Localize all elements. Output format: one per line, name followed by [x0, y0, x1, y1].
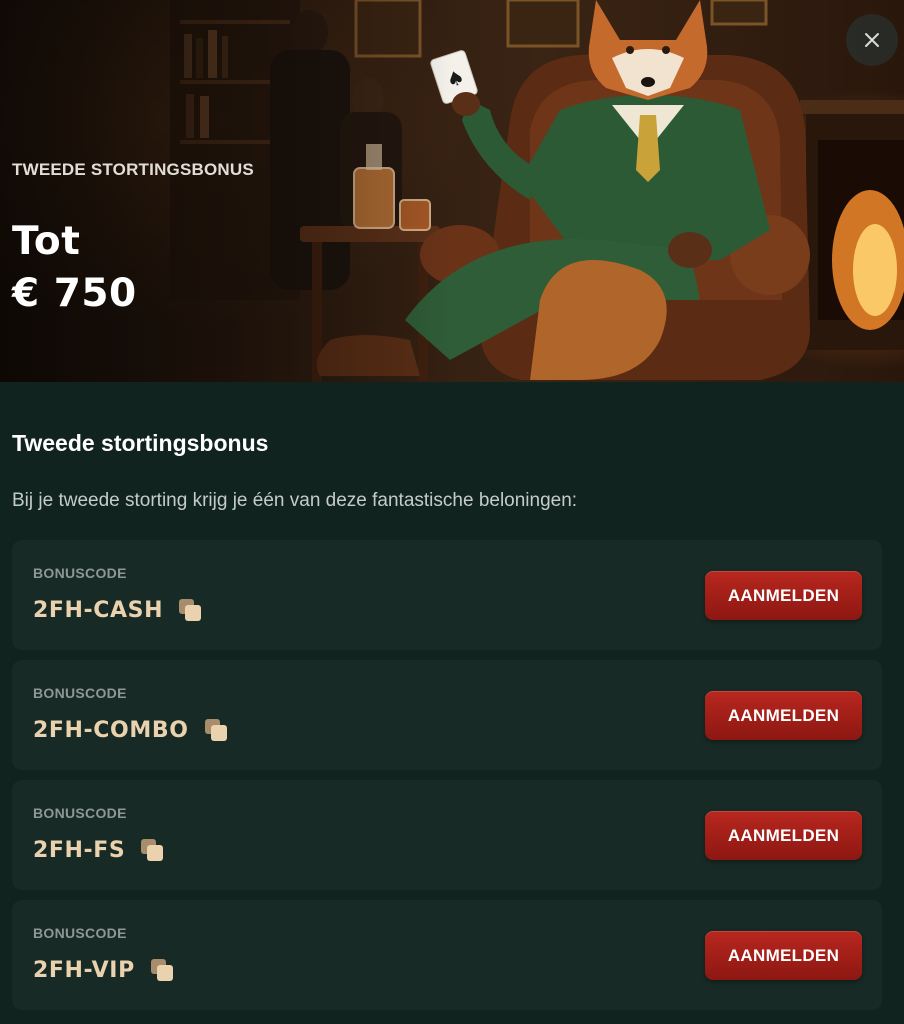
bonus-code: 2FH-VIP — [33, 957, 135, 983]
hero-title-line-1: Tot — [12, 219, 81, 264]
bonus-code-row: 2FH-FS — [33, 837, 165, 863]
bonus-code: 2FH-COMBO — [33, 717, 189, 743]
bonus-content: Tweede stortingsbonus Bij je tweede stor… — [0, 382, 904, 1024]
bonus-card-fs: BONUSCODE 2FH-FS AANMELDEN — [12, 780, 882, 890]
register-button[interactable]: AANMELDEN — [705, 571, 862, 620]
bonus-code: 2FH-CASH — [33, 597, 164, 623]
register-button[interactable]: AANMELDEN — [705, 931, 862, 980]
bonus-code-label: BONUSCODE — [33, 925, 127, 941]
bonus-code-row: 2FH-COMBO — [33, 717, 229, 743]
bonus-code-label: BONUSCODE — [33, 805, 127, 821]
bonus-modal: ♠ TWEEDE STORTINGSBONUS Tot € 750 Tweede… — [0, 0, 904, 1024]
hero-eyebrow: TWEEDE STORTINGSBONUS — [12, 160, 254, 179]
register-button[interactable]: AANMELDEN — [705, 811, 862, 860]
hero-title-amount: € 750 — [12, 271, 137, 316]
bonus-code-label: BONUSCODE — [33, 565, 127, 581]
hero-overlay — [0, 0, 904, 382]
hero-title: Tot € 750 — [12, 216, 137, 320]
bonus-card-combo: BONUSCODE 2FH-COMBO AANMELDEN — [12, 660, 882, 770]
bonus-code-row: 2FH-CASH — [33, 597, 203, 623]
bonus-card-cash: BONUSCODE 2FH-CASH AANMELDEN — [12, 540, 882, 650]
bonus-card-vip: BONUSCODE 2FH-VIP AANMELDEN — [12, 900, 882, 1010]
bonus-code-label: BONUSCODE — [33, 685, 127, 701]
copy-icon[interactable] — [203, 717, 229, 743]
hero-banner: ♠ TWEEDE STORTINGSBONUS Tot € 750 — [0, 0, 904, 382]
section-title: Tweede stortingsbonus — [12, 430, 269, 456]
section-description: Bij je tweede storting krijg je één van … — [12, 490, 578, 511]
close-icon — [865, 33, 879, 47]
bonus-code: 2FH-FS — [33, 837, 126, 863]
copy-icon[interactable] — [177, 597, 203, 623]
copy-icon[interactable] — [139, 837, 165, 863]
register-button[interactable]: AANMELDEN — [705, 691, 862, 740]
close-button[interactable] — [846, 14, 898, 66]
bonus-code-row: 2FH-VIP — [33, 957, 175, 983]
copy-icon[interactable] — [149, 957, 175, 983]
